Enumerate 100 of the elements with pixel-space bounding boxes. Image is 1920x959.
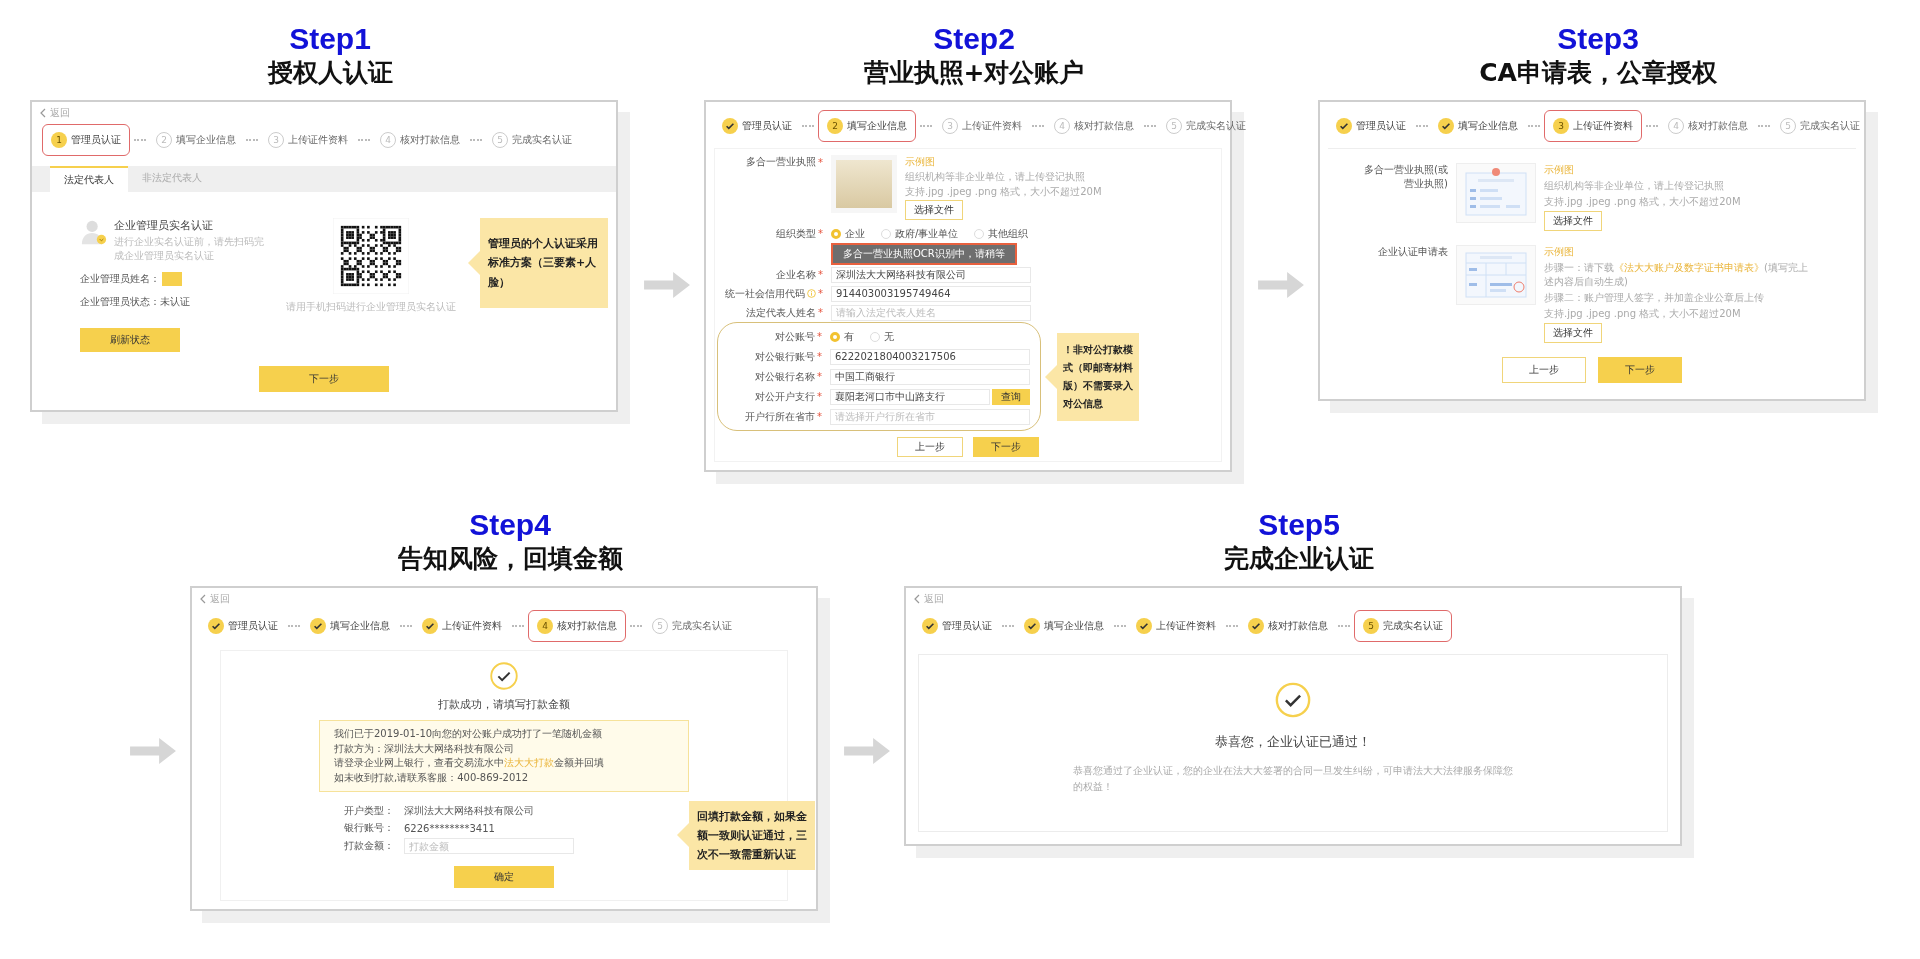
notice-text: 我们已于2019-01-10向您的对公账户成功打了一笔随机金额 <box>334 727 604 741</box>
next-button[interactable]: 下一步 <box>973 437 1039 457</box>
field-label: 对公开户支行 <box>755 389 815 404</box>
field-label: 组织类型 <box>776 226 816 241</box>
field-label: 开户行所在省市 <box>745 409 815 424</box>
field-label: 打款金额： <box>344 839 395 853</box>
previous-button[interactable]: 上一步 <box>1502 357 1586 383</box>
radio-button[interactable] <box>830 331 840 342</box>
required-mark: * <box>817 331 822 342</box>
field-label: 对公银行名称 <box>755 369 815 384</box>
field-label: 银行账号： <box>344 821 395 835</box>
toast-message: 多合一营业执照OCR识别中，请稍等 <box>831 243 1017 265</box>
step-label: 上传证件资料 <box>288 133 348 147</box>
note-text: 支持.jpg .jpeg .png 格式，大小不超过20M <box>1544 195 1741 209</box>
radio-button[interactable] <box>870 331 880 342</box>
step-label: 填写企业信息 <box>1458 119 1518 133</box>
check-circle-icon <box>489 661 519 691</box>
field-label: 企业名称 <box>776 267 816 282</box>
step-number-heading: Step5 <box>1258 508 1340 542</box>
step-label: 管理员认证 <box>1356 119 1406 133</box>
step-label: 完成实名认证 <box>1800 119 1860 133</box>
result-title: 打款成功，请填写打款金额 <box>438 697 570 712</box>
choose-file-button[interactable]: 选择文件 <box>1544 211 1602 231</box>
input-field[interactable]: 914403003195749464 <box>831 285 1031 302</box>
step-number: 2 <box>827 118 843 134</box>
step-label: 完成实名认证 <box>672 619 732 633</box>
required-mark: * <box>817 391 822 402</box>
step-label: 上传证件资料 <box>1573 119 1633 133</box>
step-label: 完成实名认证 <box>512 133 572 147</box>
field-label: 企业管理员姓名： <box>80 272 160 286</box>
step-number: 5 <box>1363 618 1379 634</box>
step-label: 填写企业信息 <box>1044 619 1104 633</box>
radio-label: 无 <box>884 329 894 344</box>
notice-text: 请登录企业网上银行，查看交易流水中法大大打款金额并回填 <box>334 756 605 770</box>
radio-label: 政府/事业单位 <box>895 226 959 241</box>
next-button[interactable]: 下一步 <box>1598 357 1682 383</box>
step-label: 管理员认证 <box>228 619 278 633</box>
required-mark: * <box>818 307 823 318</box>
step-label: 上传证件资料 <box>1156 619 1216 633</box>
note-text: 组织机构等非企业单位，请上传登记执照 <box>905 170 1085 184</box>
radio-label: 其他组织 <box>988 226 1029 241</box>
step-number-heading: Step2 <box>933 22 1015 56</box>
refresh-button[interactable]: 刷新状态 <box>80 328 180 352</box>
input-field[interactable]: 请选择开户行所在省市 <box>830 408 1030 425</box>
callout: ！非对公打款模式（即邮寄材料版）不需要录入对公信息 <box>1057 332 1139 421</box>
field-label: 多合一营业执照(或营业执照) <box>1363 163 1448 191</box>
query-button[interactable]: 查询 <box>992 388 1030 405</box>
field-label: 企业认证申请表 <box>1377 245 1448 259</box>
radio-button[interactable] <box>881 228 891 239</box>
required-mark: * <box>818 156 823 168</box>
required-mark: * <box>818 269 823 280</box>
step-label: 核对打款信息 <box>1268 619 1328 633</box>
step-title: 营业执照+对公账户 <box>863 57 1085 89</box>
step-number-heading: Step3 <box>1557 22 1639 56</box>
photo-placeholder <box>831 155 897 213</box>
field-label: 开户类型： <box>344 804 395 818</box>
previous-button[interactable]: 上一步 <box>897 437 963 457</box>
field-value: 6226********3411 <box>404 822 496 834</box>
step-label: 完成实名认证 <box>1186 119 1246 133</box>
status-text: 企业管理员状态：未认证 <box>80 295 191 309</box>
notice-text: 如未收到打款,请联系客服：400-869-2012 <box>334 770 530 785</box>
tab[interactable]: 法定代表人 <box>50 166 128 192</box>
callout: 回填打款金额，如果金额一致则认证通过，三次不一致需重新认证 <box>689 801 815 870</box>
required-mark: * <box>817 371 822 382</box>
note-text: 支持.jpg .jpeg .png 格式，大小不超过20M <box>1544 307 1741 321</box>
step-label: 完成实名认证 <box>1383 619 1443 633</box>
step-label: 上传证件资料 <box>962 119 1022 133</box>
choose-file-button[interactable]: 选择文件 <box>1544 323 1602 343</box>
chevron-left-icon <box>914 594 920 604</box>
chevron-left-icon <box>40 108 46 118</box>
callout-pointer <box>468 250 480 275</box>
required-mark: * <box>817 351 822 362</box>
step-number-heading: Step4 <box>469 508 551 542</box>
input-field[interactable]: 深圳法大大网络科技有限公司 <box>831 266 1031 283</box>
callout-pointer <box>1045 364 1057 389</box>
step-number: 4 <box>537 618 553 634</box>
required-mark: * <box>818 228 823 239</box>
qr-caption: 请用手机扫码进行企业管理员实名认证 <box>286 300 456 314</box>
field-label: 统一社会信用代码 <box>725 286 805 301</box>
notice-text: 打款方为：深圳法大大网络科技有限公司 <box>334 741 515 756</box>
step-title: 完成企业认证 <box>1224 543 1374 575</box>
arrow-icon <box>844 738 890 764</box>
step-title: 授权人认证 <box>267 57 393 89</box>
choose-file-button[interactable]: 选择文件 <box>905 200 963 220</box>
callout: 管理员的个人认证采用标准方案（三要素+人脸） <box>480 218 608 308</box>
check-circle-icon <box>1274 681 1312 719</box>
note-text: 组织机构等非企业单位，请上传登记执照 <box>1544 179 1724 193</box>
input-field[interactable]: 6222021804003217506 <box>830 348 1030 365</box>
input-field[interactable]: 襄阳老河口市中山路支行 <box>830 388 990 405</box>
section-title: 企业管理员实名认证 <box>114 218 214 233</box>
radio-button[interactable] <box>831 228 841 239</box>
radio-button[interactable] <box>974 228 985 239</box>
chevron-left-icon <box>200 594 206 604</box>
input-field[interactable]: 中国工商银行 <box>830 368 1030 385</box>
user-icon <box>80 218 108 246</box>
next-button[interactable]: 下一步 <box>259 366 389 392</box>
arrow-icon <box>1258 272 1304 298</box>
confirm-button[interactable]: 确定 <box>454 866 554 888</box>
input-field[interactable]: 请输入法定代表人姓名 <box>831 304 1031 321</box>
field-label: 多合一营业执照 <box>746 155 816 169</box>
